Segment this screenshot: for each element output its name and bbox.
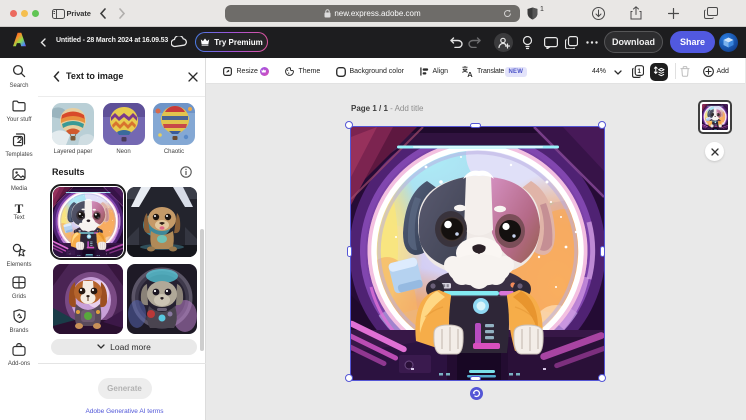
svg-text:1: 1 [637,68,641,75]
svg-text:A: A [467,70,473,77]
